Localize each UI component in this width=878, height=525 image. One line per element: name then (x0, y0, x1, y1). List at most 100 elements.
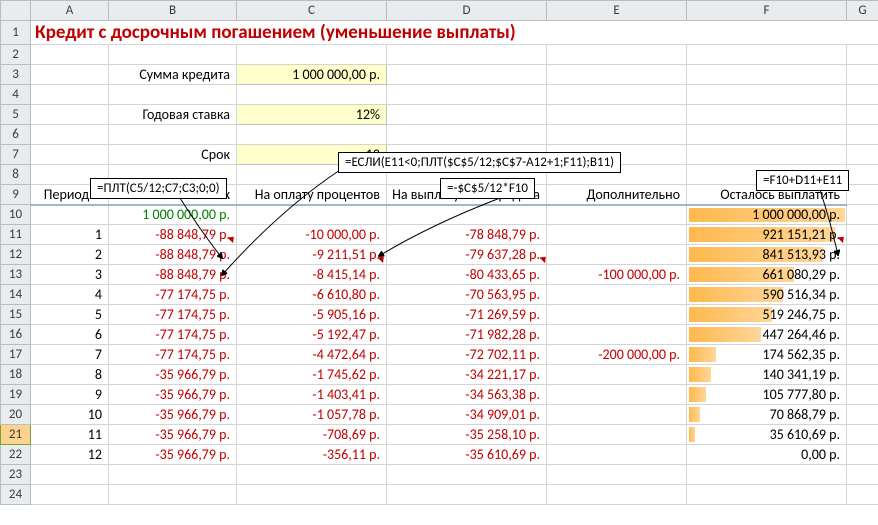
row-header[interactable]: 22 (1, 445, 31, 465)
remaining-cell[interactable]: 841 513,93 р. (687, 245, 847, 265)
row-header[interactable]: 17 (1, 345, 31, 365)
sum-value[interactable]: 1 000 000,00 р. (237, 65, 387, 85)
row-header[interactable]: 14 (1, 285, 31, 305)
remaining-cell[interactable]: 519 246,75 р. (687, 305, 847, 325)
remaining-cell[interactable]: 590 516,34 р. (687, 285, 847, 305)
period-cell[interactable]: 5 (31, 305, 109, 325)
extra-cell[interactable] (547, 305, 687, 325)
interest-cell[interactable]: -356,11 р. (237, 445, 387, 465)
period-cell[interactable]: 6 (31, 325, 109, 345)
row-header[interactable]: 2 (1, 45, 31, 65)
row-header[interactable]: 21 (1, 425, 31, 445)
remaining-cell[interactable]: 921 151,21 р. (687, 225, 847, 245)
extra-cell[interactable] (547, 325, 687, 345)
row-header[interactable]: 6 (1, 125, 31, 145)
remaining-cell[interactable]: 1 000 000,00 р. (687, 205, 847, 225)
payment-cell[interactable]: -77 174,75 р. (109, 305, 237, 325)
extra-cell[interactable] (547, 445, 687, 465)
interest-cell[interactable]: -1 403,41 р. (237, 385, 387, 405)
extra-cell[interactable] (547, 365, 687, 385)
remaining-cell[interactable]: 661 080,29 р. (687, 265, 847, 285)
extra-cell[interactable]: -100 000,00 р. (547, 265, 687, 285)
remaining-cell[interactable]: 140 341,19 р. (687, 365, 847, 385)
column-header[interactable]: A (31, 1, 109, 21)
column-header[interactable]: E (547, 1, 687, 21)
period-cell[interactable]: 4 (31, 285, 109, 305)
remaining-cell[interactable]: 35 610,69 р. (687, 425, 847, 445)
payment-cell[interactable]: -77 174,75 р. (109, 325, 237, 345)
extra-cell[interactable] (547, 225, 687, 245)
extra-cell[interactable] (547, 405, 687, 425)
interest-cell[interactable]: -5 905,16 р. (237, 305, 387, 325)
spreadsheet-grid[interactable]: ABCDEFG1Кредит с досрочным погашением (у… (0, 0, 878, 505)
period-cell[interactable]: 7 (31, 345, 109, 365)
period-cell[interactable]: 3 (31, 265, 109, 285)
principal-cell[interactable]: -35 258,10 р. (387, 425, 547, 445)
payment-cell[interactable]: -35 966,79 р. (109, 425, 237, 445)
row-header[interactable]: 10 (1, 205, 31, 225)
column-header[interactable]: B (109, 1, 237, 21)
interest-cell[interactable]: -708,69 р. (237, 425, 387, 445)
payment-cell[interactable]: -35 966,79 р. (109, 405, 237, 425)
principal-cell[interactable]: -71 982,28 р. (387, 325, 547, 345)
principal-cell[interactable]: -80 433,65 р. (387, 265, 547, 285)
period-cell[interactable]: 9 (31, 385, 109, 405)
interest-cell[interactable]: -4 472,64 р. (237, 345, 387, 365)
row-header[interactable]: 15 (1, 305, 31, 325)
extra-cell[interactable] (547, 385, 687, 405)
row-header[interactable]: 1 (1, 21, 31, 45)
extra-cell[interactable] (547, 245, 687, 265)
interest-cell[interactable]: -9 211,51 р. (237, 245, 387, 265)
row-header[interactable]: 16 (1, 325, 31, 345)
row-header[interactable]: 8 (1, 165, 31, 185)
period-cell[interactable]: 8 (31, 365, 109, 385)
period-cell[interactable]: 1 (31, 225, 109, 245)
interest-cell[interactable]: -6 610,80 р. (237, 285, 387, 305)
principal-cell[interactable]: -34 563,38 р. (387, 385, 547, 405)
row-header[interactable]: 18 (1, 365, 31, 385)
column-header[interactable]: F (687, 1, 847, 21)
row-header[interactable]: 12 (1, 245, 31, 265)
column-header[interactable]: G (847, 1, 878, 21)
interest-cell[interactable]: -10 000,00 р. (237, 225, 387, 245)
remaining-cell[interactable]: 105 777,80 р. (687, 385, 847, 405)
principal-cell[interactable]: -34 909,01 р. (387, 405, 547, 425)
extra-cell[interactable] (547, 285, 687, 305)
interest-cell[interactable]: -8 415,14 р. (237, 265, 387, 285)
column-header[interactable]: C (237, 1, 387, 21)
extra-cell[interactable]: -200 000,00 р. (547, 345, 687, 365)
payment-cell[interactable]: -77 174,75 р. (109, 345, 237, 365)
period-cell[interactable]: 2 (31, 245, 109, 265)
principal-cell[interactable]: -35 610,69 р. (387, 445, 547, 465)
period-cell[interactable]: 12 (31, 445, 109, 465)
row-header[interactable]: 4 (1, 85, 31, 105)
row-header[interactable]: 24 (1, 485, 31, 505)
interest-cell[interactable]: -5 192,47 р. (237, 325, 387, 345)
payment-cell[interactable]: -88 848,79 р. (109, 265, 237, 285)
row-header[interactable]: 9 (1, 185, 31, 205)
column-header[interactable] (1, 1, 31, 21)
payment-cell[interactable]: -88 848,79 р. (109, 245, 237, 265)
row-header[interactable]: 19 (1, 385, 31, 405)
payment-cell[interactable]: -35 966,79 р. (109, 365, 237, 385)
payment-cell[interactable]: -77 174,75 р. (109, 285, 237, 305)
payment-cell[interactable]: -35 966,79 р. (109, 385, 237, 405)
period-cell[interactable]: 10 (31, 405, 109, 425)
initial-credit[interactable]: 1 000 000,00 р. (109, 205, 237, 225)
row-header[interactable]: 7 (1, 145, 31, 165)
principal-cell[interactable]: -71 269,59 р. (387, 305, 547, 325)
interest-cell[interactable]: -1 057,78 р. (237, 405, 387, 425)
row-header[interactable]: 20 (1, 405, 31, 425)
period-cell[interactable]: 11 (31, 425, 109, 445)
remaining-cell[interactable]: 174 562,35 р. (687, 345, 847, 365)
row-header[interactable]: 13 (1, 265, 31, 285)
rate-value[interactable]: 12% (237, 105, 387, 125)
extra-cell[interactable] (547, 425, 687, 445)
payment-cell[interactable]: -35 966,79 р. (109, 445, 237, 465)
row-header[interactable]: 23 (1, 465, 31, 485)
column-header[interactable]: D (387, 1, 547, 21)
principal-cell[interactable]: -78 848,79 р. (387, 225, 547, 245)
principal-cell[interactable]: -70 563,95 р. (387, 285, 547, 305)
remaining-cell[interactable]: 447 264,46 р. (687, 325, 847, 345)
remaining-cell[interactable]: 70 868,79 р. (687, 405, 847, 425)
